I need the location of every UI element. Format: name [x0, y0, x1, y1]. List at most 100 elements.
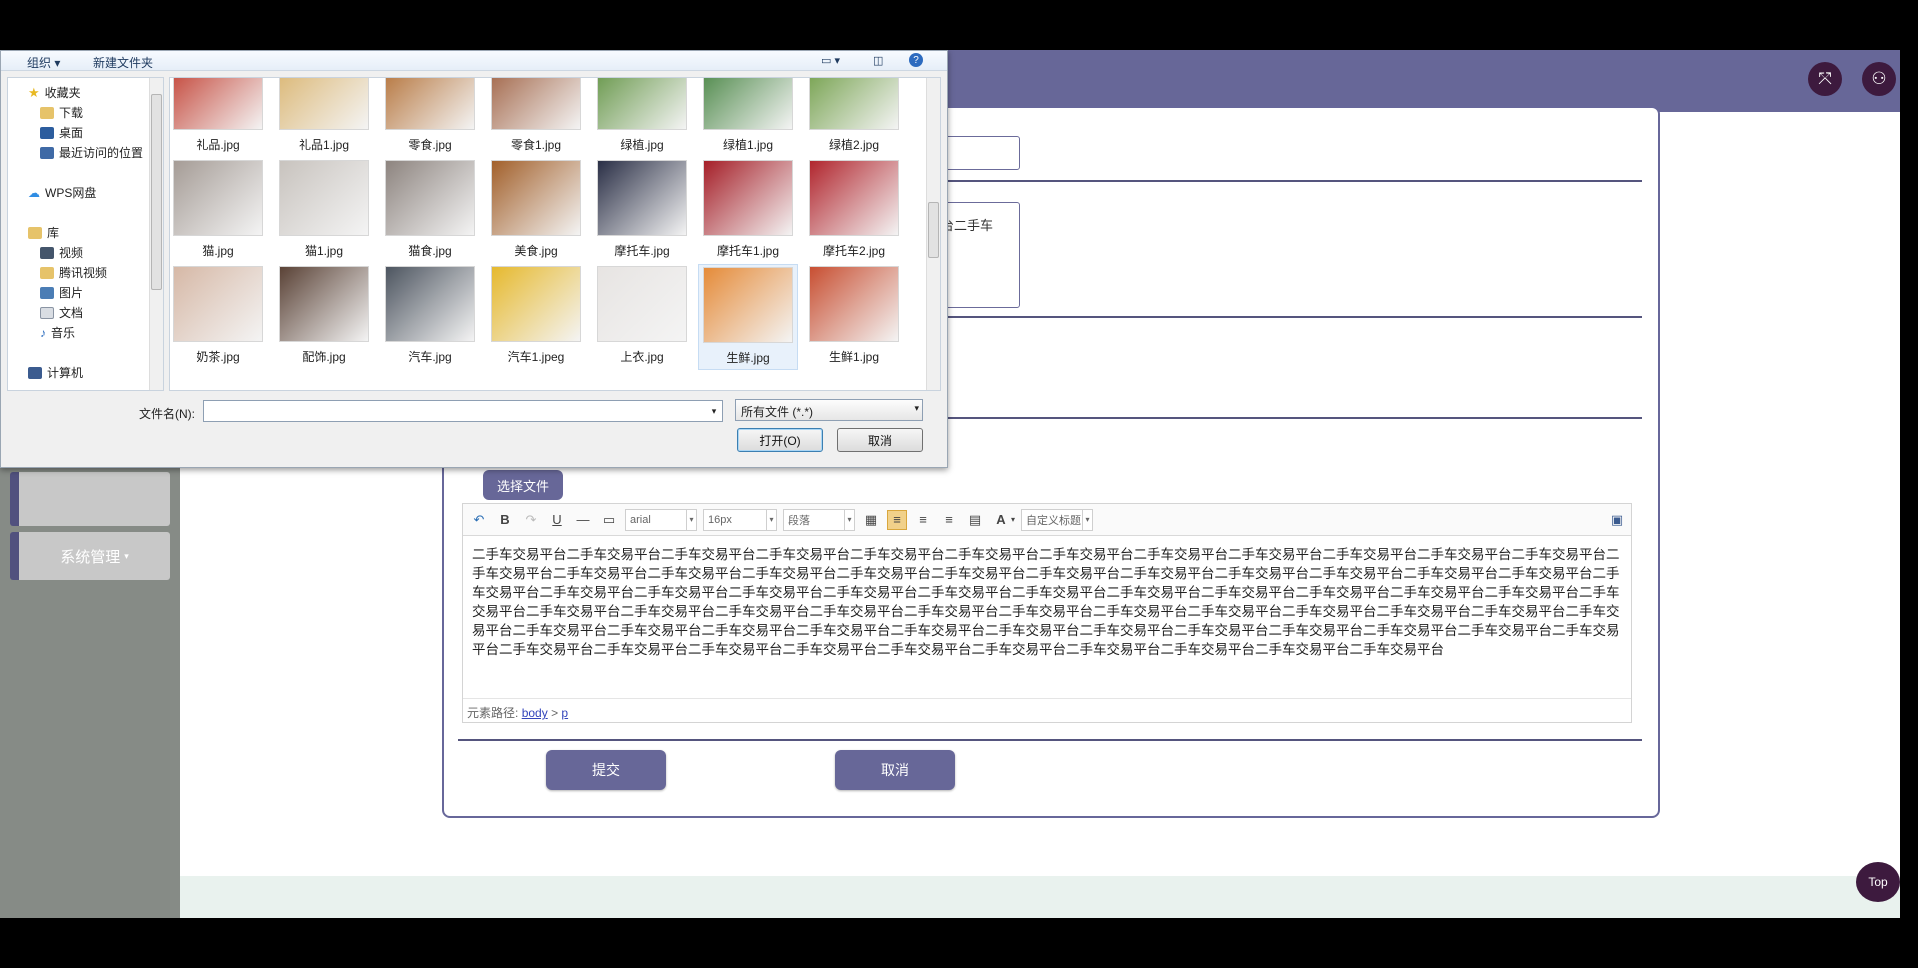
file-thumbnail [279, 78, 369, 130]
file-item[interactable]: 猫食.jpg [380, 158, 480, 264]
file-item[interactable]: 汽车.jpg [380, 264, 480, 370]
file-thumbnail [385, 78, 475, 130]
nav-wps[interactable]: ☁ WPS网盘 [28, 184, 96, 201]
video-icon [40, 246, 54, 259]
choose-file-button[interactable]: 选择文件 [483, 470, 563, 500]
file-item[interactable]: 猫.jpg [170, 158, 268, 264]
nav-videos[interactable]: 视频 [40, 244, 83, 261]
align-center-icon[interactable]: ≡ [939, 510, 959, 530]
file-item[interactable]: 绿植2.jpg [804, 78, 904, 158]
file-thumbnail [385, 266, 475, 342]
file-thumbnail [173, 160, 263, 236]
file-item[interactable]: 绿植1.jpg [698, 78, 798, 158]
cloud-icon: ☁ [28, 185, 40, 200]
dialog-cancel-button[interactable]: 取消 [837, 428, 923, 452]
nav-documents[interactable]: 文档 [40, 304, 83, 321]
sidebar-item[interactable] [10, 472, 170, 526]
source-code-icon[interactable]: ▣ [1607, 510, 1627, 530]
file-name: 生鲜.jpg [726, 351, 770, 365]
cancel-button[interactable]: 取消 [835, 750, 955, 790]
file-item[interactable]: 摩托车2.jpg [804, 158, 904, 264]
align-right-icon[interactable]: ≡ [913, 510, 933, 530]
path-body-link[interactable]: body [522, 706, 548, 720]
scrollbar-thumb[interactable] [928, 202, 939, 258]
bold-icon[interactable]: B [495, 510, 515, 530]
nav-label: 视频 [59, 246, 84, 260]
nav-label: WPS网盘 [45, 186, 97, 200]
underline-icon[interactable]: U [547, 510, 567, 530]
scrollbar-thumb[interactable] [151, 94, 162, 290]
editor-content[interactable]: 二手车交易平台二手车交易平台二手车交易平台二手车交易平台二手车交易平台二手车交易… [463, 536, 1631, 684]
file-item[interactable]: 礼品1.jpg [274, 78, 374, 158]
file-item[interactable]: 零食1.jpg [486, 78, 586, 158]
file-name: 生鲜1.jpg [828, 350, 880, 364]
file-item[interactable]: 上衣.jpg [592, 264, 692, 370]
file-name: 奶茶.jpg [196, 350, 240, 364]
filetype-select[interactable]: 所有文件 (*.*) ▾ [735, 399, 923, 421]
open-button[interactable]: 打开(O) [737, 428, 823, 452]
font-size-value: 16px [708, 513, 732, 526]
table-icon[interactable]: ▦ [861, 510, 881, 530]
nav-recent[interactable]: 最近访问的位置 [40, 144, 143, 161]
filename-input[interactable]: ▾ [203, 400, 723, 422]
sidebar-item-system-management[interactable]: 系统管理 ▾ [10, 532, 170, 580]
file-item[interactable]: 摩托车1.jpg [698, 158, 798, 264]
file-item[interactable]: 美食.jpg [486, 158, 586, 264]
horizontal-rule-icon[interactable]: — [573, 510, 593, 530]
undo-icon[interactable]: ↶ [469, 510, 489, 530]
file-item[interactable]: 生鲜1.jpg [804, 264, 904, 370]
nav-scrollbar[interactable] [149, 78, 163, 390]
nav-tencent-video[interactable]: 腾讯视频 [40, 264, 107, 281]
font-family-select[interactable]: arial ▾ [625, 508, 697, 531]
rich-text-editor[interactable]: ↶ B ↷ U — ▭ arial ▾ 16px ▾ 段落 ▾ ▦ ≡ ≡ ≡ [462, 503, 1632, 723]
format-paint-icon[interactable]: ▭ [599, 510, 619, 530]
chevron-down-icon[interactable]: ▾ [706, 401, 722, 421]
path-separator: > [551, 706, 559, 720]
file-item[interactable]: 绿植.jpg [592, 78, 692, 158]
back-to-top-button[interactable]: Top [1856, 862, 1900, 902]
new-folder-button[interactable]: 新建文件夹 [93, 54, 153, 71]
path-p-link[interactable]: p [561, 706, 568, 720]
custom-title-select[interactable]: 自定义标题 ▾ [1021, 508, 1094, 531]
file-item[interactable]: 奶茶.jpg [170, 264, 268, 370]
dialog-toolbar: 组织 ▾ 新建文件夹 ▭ ▾ ◫ ? [1, 51, 947, 71]
file-item[interactable]: 礼品.jpg [170, 78, 268, 158]
file-item[interactable]: 配饰.jpg [274, 264, 374, 370]
nav-favorites[interactable]: ★ 收藏夹 [28, 84, 81, 101]
nav-desktop[interactable]: 桌面 [40, 124, 83, 141]
preview-pane-icon[interactable]: ◫ [873, 54, 883, 67]
user-icon[interactable]: ⚇ [1862, 62, 1896, 96]
file-name: 摩托车1.jpg [716, 244, 780, 258]
file-thumbnail [597, 78, 687, 130]
font-size-select[interactable]: 16px ▾ [703, 508, 777, 531]
font-color-icon[interactable]: A [991, 510, 1011, 530]
view-icon[interactable]: ▭ ▾ [821, 54, 840, 67]
nav-music[interactable]: ♪ 音乐 [40, 324, 75, 341]
file-item[interactable]: 汽车1.jpeg [486, 264, 586, 370]
file-item[interactable]: 零食.jpg [380, 78, 480, 158]
file-thumbnail [597, 266, 687, 342]
nav-computer[interactable]: 计算机 [28, 364, 83, 381]
file-name: 配饰.jpg [302, 350, 346, 364]
custom-title-value: 自定义标题 [1026, 514, 1082, 527]
submit-button[interactable]: 提交 [546, 750, 666, 790]
paragraph-select[interactable]: 段落 ▾ [783, 508, 855, 531]
file-scrollbar[interactable] [926, 78, 940, 390]
organize-menu[interactable]: 组织 ▾ [27, 54, 60, 71]
font-family-value: arial [630, 513, 651, 526]
file-item[interactable]: 生鲜.jpg [698, 264, 798, 370]
help-icon[interactable]: ? [909, 53, 923, 67]
redo-icon[interactable]: ↷ [521, 510, 541, 530]
file-name: 摩托车.jpg [614, 244, 670, 258]
chevron-down-icon: ▾ [914, 403, 919, 413]
document-icon [40, 306, 54, 319]
file-item[interactable]: 猫1.jpg [274, 158, 374, 264]
file-item[interactable]: 摩托车.jpg [592, 158, 692, 264]
align-justify-icon[interactable]: ▤ [965, 510, 985, 530]
nav-pictures[interactable]: 图片 [40, 284, 83, 301]
fullscreen-icon[interactable]: ⤧ [1808, 62, 1842, 96]
nav-libraries[interactable]: 库 [28, 224, 59, 241]
library-icon [28, 226, 42, 239]
align-left-icon[interactable]: ≡ [887, 509, 907, 530]
nav-downloads[interactable]: 下载 [40, 104, 83, 121]
